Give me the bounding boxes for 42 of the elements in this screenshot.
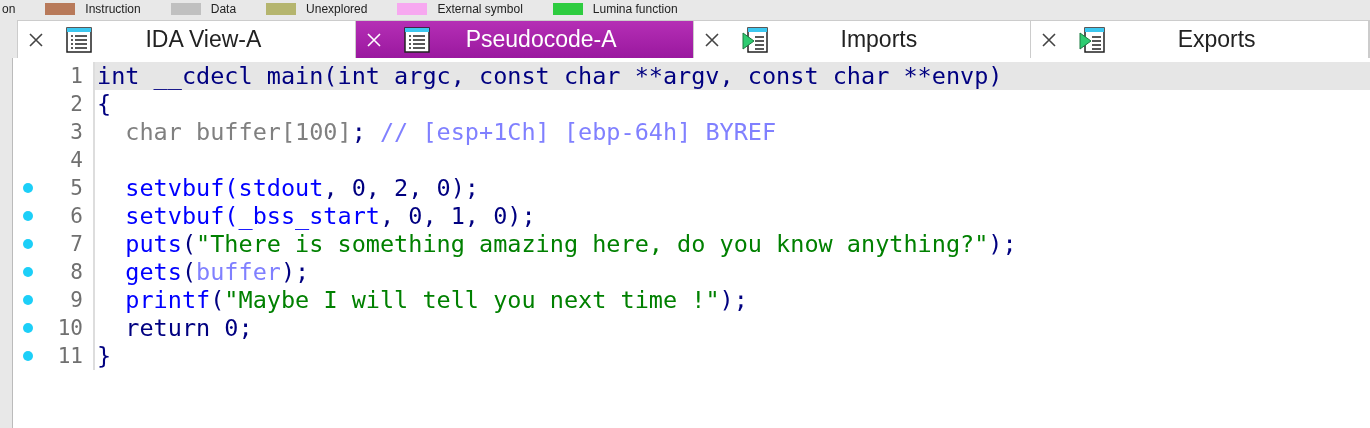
- code-line: int __cdecl main(int argc, const char **argv, const char **envp): [97, 62, 1003, 90]
- line-number: 4: [69, 148, 84, 172]
- breakpoint-dot[interactable]: [23, 239, 33, 249]
- code-line: char buffer[100]; // [esp+1Ch] [ebp-64h] BYREF: [124, 118, 777, 146]
- breakpoint-dot[interactable]: [23, 323, 33, 333]
- code-line: setvbuf(_bss_start, 0, 1, 0);: [124, 202, 536, 230]
- breakpoint-dot[interactable]: [23, 211, 33, 221]
- line-number: 7: [69, 232, 84, 256]
- breakpoint-dot[interactable]: [23, 351, 33, 361]
- breakpoint-dot[interactable]: [23, 183, 33, 193]
- line-number: 6: [69, 204, 84, 228]
- breakpoint-dot[interactable]: [23, 295, 33, 305]
- list-arrow-icon: [741, 26, 768, 53]
- legend-label: Lumina function: [592, 2, 678, 16]
- breakpoint-dot[interactable]: [23, 267, 33, 277]
- tab[interactable]: Pseudocode-A: [355, 21, 694, 58]
- line-number: 5: [69, 176, 84, 200]
- list-window-icon: [66, 26, 92, 53]
- close-icon[interactable]: [703, 31, 720, 48]
- list-arrow-icon: [1079, 26, 1106, 53]
- code-line: gets(buffer);: [124, 258, 310, 286]
- legend-label: on: [2, 2, 16, 16]
- legend-label: Instruction: [85, 2, 141, 16]
- line-number: 10: [56, 316, 84, 340]
- code-line: puts("There is something amazing here, do you know anything?");: [124, 230, 1017, 258]
- code-line: }: [97, 342, 112, 370]
- code-line: setvbuf(stdout, 0, 2, 0);: [124, 174, 479, 202]
- code-line: return 0;: [124, 314, 253, 342]
- code-line: printf("Maybe I will tell you next time !");: [124, 286, 748, 314]
- line-number: 2: [69, 92, 84, 116]
- line-number: 11: [56, 344, 84, 368]
- close-icon[interactable]: [28, 31, 44, 48]
- legend-label: External symbol: [437, 2, 523, 16]
- line-number: 3: [69, 120, 84, 144]
- line-number: 1: [69, 64, 84, 88]
- close-icon[interactable]: [1041, 31, 1058, 48]
- legend-label: Data: [210, 2, 237, 16]
- line-number: 9: [69, 288, 84, 312]
- list-window-icon: [403, 26, 430, 53]
- line-number: 8: [69, 260, 84, 284]
- legend-label: Unexplored: [306, 2, 368, 16]
- code-line: {: [97, 90, 112, 118]
